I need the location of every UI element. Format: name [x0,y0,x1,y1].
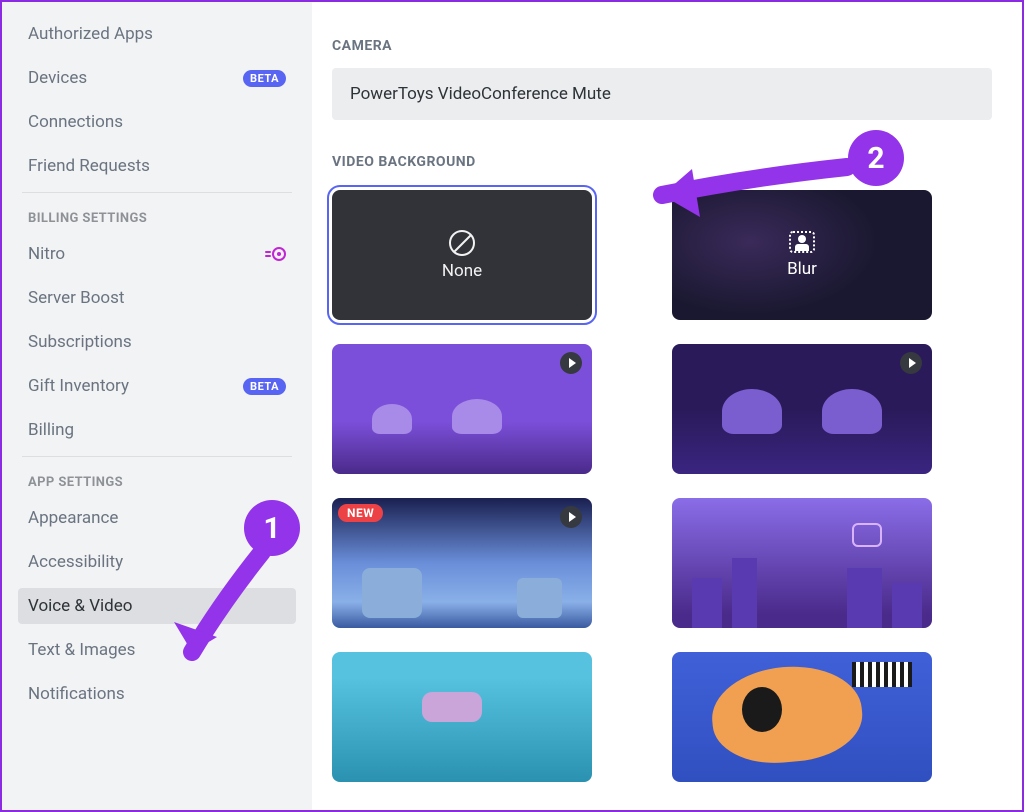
sidebar-item-connections[interactable]: Connections [18,104,296,140]
bg-option-retro[interactable] [672,652,932,782]
play-icon [560,352,582,374]
blur-icon [789,231,815,253]
app-settings-header: APP SETTINGS [18,471,296,500]
annotation-marker-2: 2 [848,130,904,186]
sidebar-item-authorized-apps[interactable]: Authorized Apps [18,16,296,52]
sidebar-item-server-boost[interactable]: Server Boost [18,280,296,316]
bg-option-mushroom-night[interactable] [672,344,932,474]
billing-settings-header: BILLING SETTINGS [18,207,296,236]
sidebar-item-gift-inventory[interactable]: Gift InventoryBETA [18,368,296,404]
main-content: CAMERA PowerToys VideoConference Mute VI… [312,2,1022,810]
sidebar-item-devices[interactable]: DevicesBETA [18,60,296,96]
annotation-arrow-1 [162,542,282,682]
sidebar-item-nitro[interactable]: Nitro [18,236,296,272]
play-icon [900,352,922,374]
bg-option-neon-city[interactable] [672,498,932,628]
nitro-icon [264,247,286,261]
divider [22,456,292,457]
beta-badge: BETA [243,70,286,87]
blur-label: Blur [787,259,817,279]
annotation-arrow-2 [622,157,862,227]
none-label: None [442,261,482,281]
bg-option-mushroom-day[interactable] [332,344,592,474]
sidebar-item-friend-requests[interactable]: Friend Requests [18,148,296,184]
divider [22,192,292,193]
play-icon [560,506,582,528]
camera-section-header: CAMERA [332,38,992,54]
background-grid: None Blur NEW [332,190,992,782]
camera-device-select[interactable]: PowerToys VideoConference Mute [332,68,992,120]
sidebar-item-billing[interactable]: Billing [18,412,296,448]
bg-option-ice-robots[interactable]: NEW [332,498,592,628]
annotation-marker-1: 1 [244,500,300,556]
new-badge: NEW [338,504,383,522]
bg-option-none[interactable]: None [332,190,592,320]
beta-badge: BETA [243,378,286,395]
settings-sidebar: Authorized Apps DevicesBETA Connections … [2,2,312,810]
bg-option-tropical[interactable] [332,652,592,782]
prohibit-icon [449,230,475,256]
sidebar-item-subscriptions[interactable]: Subscriptions [18,324,296,360]
